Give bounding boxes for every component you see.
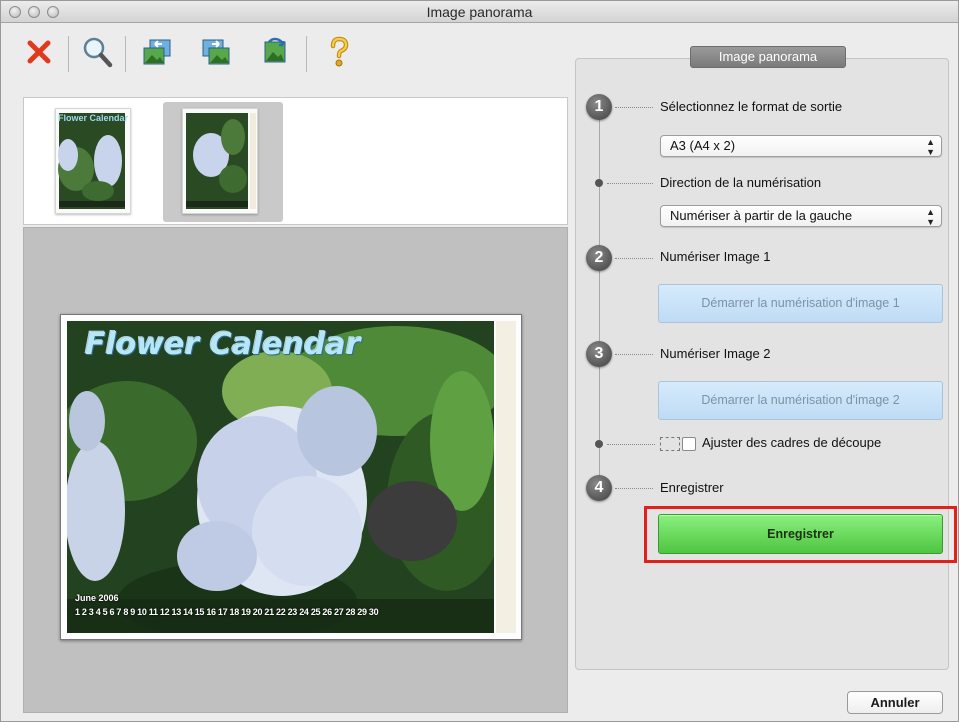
scan-direction-label: Direction de la numérisation [660,175,822,190]
step-4-badge: 4 [586,475,612,501]
step-1-badge: 1 [586,94,612,120]
select-arrows-icon: ▲ ▼ [926,207,935,227]
toolbar-separator [68,36,69,72]
delete-icon [27,40,51,64]
calendar-days: 1 2 3 4 5 6 7 8 9 10 11 12 13 14 15 16 1… [75,607,379,617]
panel-title: Image panorama [690,46,846,68]
image-swap-left-icon [143,39,171,65]
highlight-frame [644,506,957,563]
image-swap-right-icon [202,39,230,65]
thumbnail-photo-1 [56,109,130,213]
magnifier-icon [83,37,113,68]
window-title: Image panorama [426,4,533,20]
start-scan-image-2-button[interactable]: Démarrer la numérisation d'image 2 [658,381,943,420]
help-button[interactable] [319,32,359,72]
output-format-select[interactable]: A3 (A4 x 2) ▲ ▼ [660,135,942,157]
step-leader [615,107,653,108]
step-3-badge: 3 [586,341,612,367]
toolbar [1,24,567,97]
scan-direction-value: Numériser à partir de la gauche [670,208,853,223]
steps-connector [599,106,600,491]
step-2-badge: 2 [586,245,612,271]
output-format-value: A3 (A4 x 2) [670,138,736,153]
substep-dot [595,440,603,448]
toolbar-separator [306,36,307,72]
thumbnail-image-1[interactable]: Flower Calendar [55,108,131,214]
step-leader [607,444,655,445]
zoom-button[interactable] [77,32,117,72]
main-window: Image panorama Flower Calendar Flower Ca… [0,0,959,722]
scan-image-2-label: Numériser Image 2 [660,346,771,361]
thumbnail-caption: Flower Calendar [58,113,129,123]
calendar-month: June 2006 [75,593,119,603]
step-leader [607,183,653,184]
preview-image[interactable]: Flower Calendar June 2006 1 2 3 4 5 6 7 … [60,314,522,640]
crop-frame-icon [660,437,680,451]
preview-area: Flower Calendar June 2006 1 2 3 4 5 6 7 … [23,227,568,713]
calendar-title: Flower Calendar [85,327,361,362]
adjust-crop-frames-label[interactable]: Ajuster des cadres de découpe [702,435,881,450]
thumbnail-photo-2 [183,109,257,213]
hydrangea-photo [67,321,494,633]
cancel-button[interactable]: Annuler [847,691,943,714]
scan-image-1-label: Numériser Image 1 [660,249,771,264]
preview-photo: Flower Calendar June 2006 1 2 3 4 5 6 7 … [67,321,494,633]
select-arrows-icon: ▲ ▼ [926,137,935,157]
swap-left-button[interactable] [137,32,177,72]
thumbnail-image-2[interactable] [182,108,258,214]
substep-dot [595,179,603,187]
image-rotate-icon [264,37,286,63]
adjust-crop-frames-checkbox[interactable] [682,437,696,451]
step-leader [615,258,653,259]
start-scan-image-1-button[interactable]: Démarrer la numérisation d'image 1 [658,284,943,323]
step-leader [615,354,653,355]
title-bar: Image panorama [1,1,958,23]
toolbar-separator [125,36,126,72]
step-leader [615,488,653,489]
second-image-edge [496,321,516,633]
thumbnail-strip: Flower Calendar [23,97,568,225]
help-icon [330,36,349,67]
rotate-button[interactable] [255,32,295,72]
scan-direction-select[interactable]: Numériser à partir de la gauche ▲ ▼ [660,205,942,227]
save-step-label: Enregistrer [660,480,724,495]
delete-button[interactable] [19,32,59,72]
swap-right-button[interactable] [196,32,236,72]
output-format-label: Sélectionnez le format de sortie [660,99,843,114]
